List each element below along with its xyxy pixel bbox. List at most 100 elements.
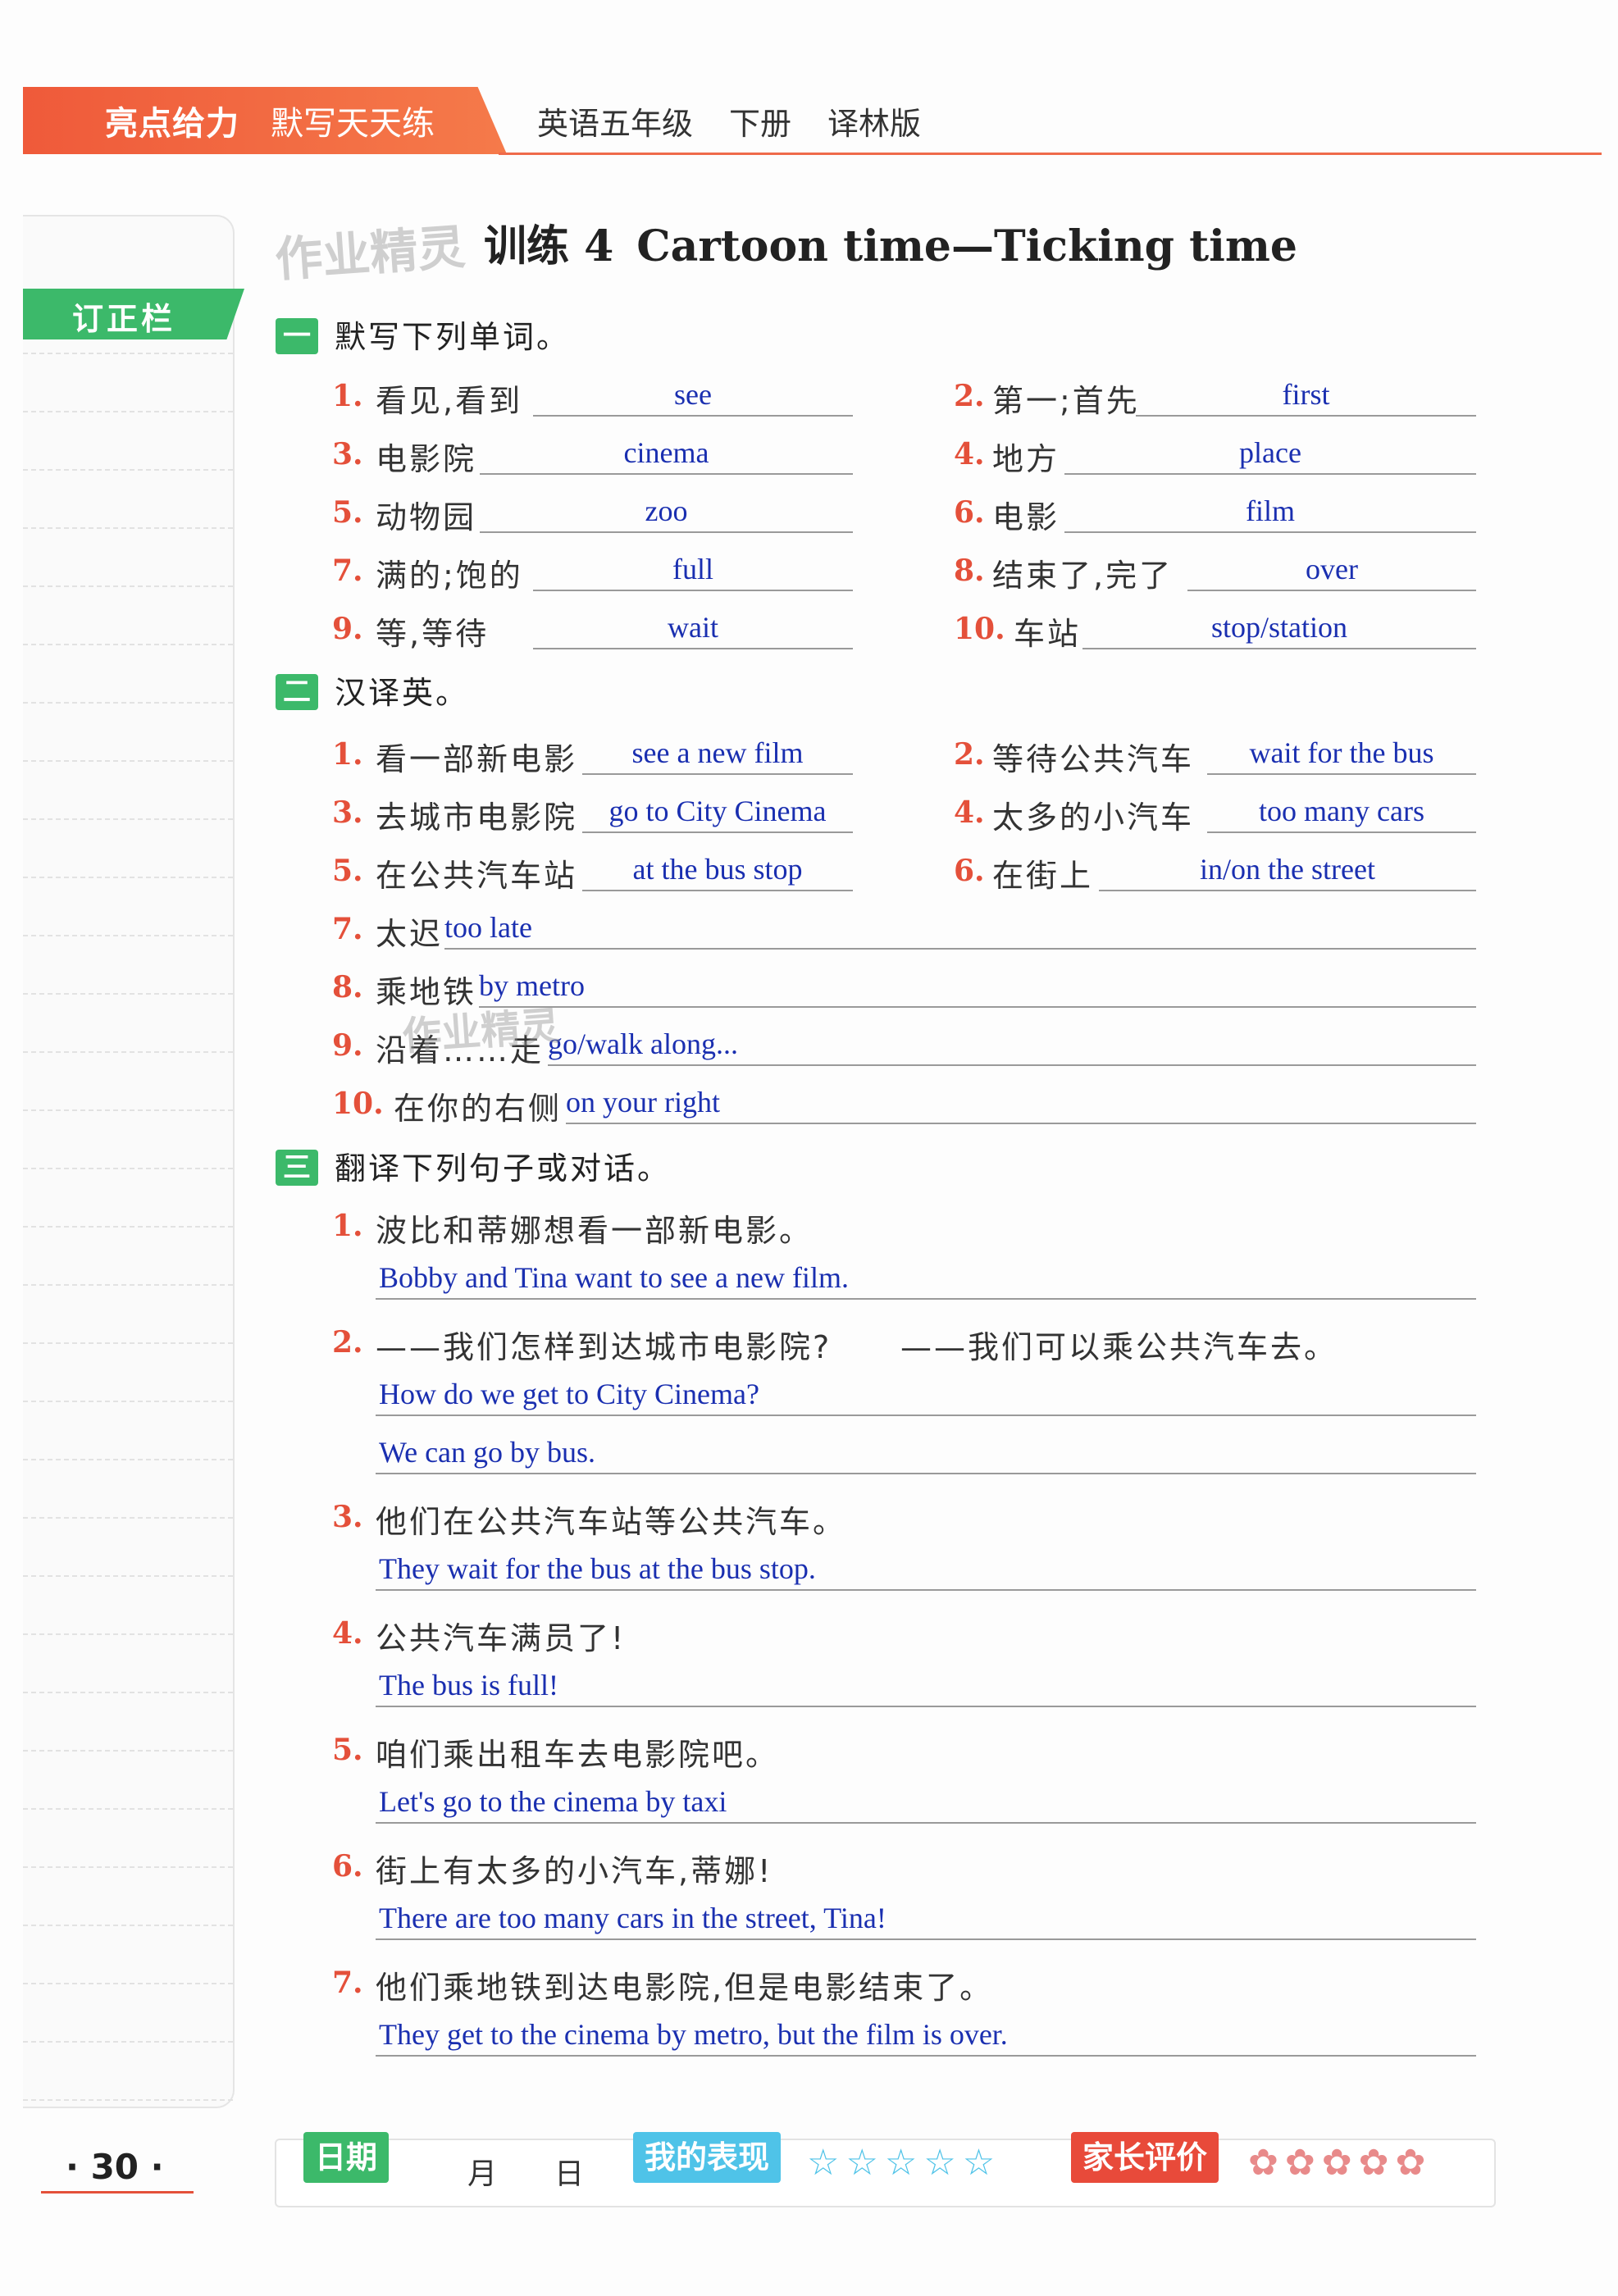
item-chinese: 咱们乘出租车去电影院吧。 xyxy=(376,1737,780,1773)
sidebar-dash-line xyxy=(23,1051,233,1053)
answer-text[interactable]: cinema xyxy=(480,435,853,470)
item-chinese: 看一部新电影 xyxy=(376,741,578,777)
sidebar-dash-line xyxy=(23,1284,233,1286)
answer-text[interactable]: place xyxy=(1064,435,1476,470)
item-number: 2. xyxy=(954,379,985,413)
item-chinese: 地方 xyxy=(992,441,1060,477)
answer-text[interactable]: film xyxy=(1064,494,1476,528)
month-label: 月 xyxy=(467,2157,498,2191)
item-chinese: 在公共汽车站 xyxy=(376,858,578,894)
page-title: 训练 4 Cartoon time—Ticking time xyxy=(484,212,1297,273)
answer-line xyxy=(480,531,853,533)
answer-text[interactable]: How do we get to City Cinema? xyxy=(379,1377,759,1411)
answer-text[interactable]: wait for the bus xyxy=(1207,736,1476,770)
answer-text[interactable]: wait xyxy=(533,610,853,645)
edition: 译林版 xyxy=(827,106,922,142)
item-number: 4. xyxy=(954,437,985,472)
sidebar-dash-line xyxy=(23,1575,233,1577)
item-number: 3. xyxy=(332,795,363,830)
answer-line xyxy=(376,1938,1476,1940)
item-number: 9. xyxy=(332,612,363,646)
answer-line xyxy=(376,1298,1476,1300)
item-chinese: 电影 xyxy=(992,499,1060,535)
item-chinese: 街上有太多的小汽车,蒂娜! xyxy=(376,1853,773,1889)
item-chinese: 去城市电影院 xyxy=(376,800,578,836)
answer-line xyxy=(582,831,853,833)
day-label: 日 xyxy=(554,2157,585,2191)
sidebar-dash-line xyxy=(23,1226,233,1228)
item-chinese: 满的;饱的 xyxy=(376,558,523,594)
sidebar-dash-line xyxy=(23,1866,233,1868)
answer-text[interactable]: see a new film xyxy=(582,736,853,770)
item-number: 5. xyxy=(332,854,363,888)
item-number: 1. xyxy=(332,1209,363,1243)
answer-line xyxy=(376,1473,1476,1474)
section3-title: 翻译下列句子或对话。 xyxy=(335,1150,672,1187)
sidebar-dash-line xyxy=(23,1109,233,1111)
item-chinese: 车站 xyxy=(1014,616,1082,652)
answer-text[interactable]: They wait for the bus at the bus stop. xyxy=(379,1551,816,1586)
answer-text[interactable]: on your right xyxy=(566,1085,720,1119)
item-number: 3. xyxy=(332,1500,363,1534)
answer-line xyxy=(533,590,853,591)
sidebar-dash-line xyxy=(23,1925,233,1926)
answer-text[interactable]: too many cars xyxy=(1207,794,1476,828)
sidebar-dash-line xyxy=(23,644,233,645)
book-info: 英语五年级 下册 译林版 xyxy=(537,98,957,144)
answer-line xyxy=(444,948,1476,950)
answer-text[interactable]: full xyxy=(533,552,853,586)
answer-text[interactable]: They get to the cinema by metro, but the… xyxy=(379,2017,1008,2052)
sidebar-dash-line xyxy=(23,469,233,471)
performance-stars-icon[interactable]: ☆☆☆☆☆ xyxy=(807,2142,1001,2184)
item-number: 10. xyxy=(954,612,1005,646)
item-number: 2. xyxy=(954,737,985,772)
sidebar-dash-line xyxy=(23,818,233,820)
answer-text[interactable]: Let's go to the cinema by taxi xyxy=(379,1784,727,1819)
answer-line xyxy=(1099,890,1476,891)
answer-text[interactable]: go/walk along... xyxy=(548,1027,738,1061)
item-chinese: 看见,看到 xyxy=(376,383,523,419)
answer-text[interactable]: at the bus stop xyxy=(582,852,853,886)
performance-badge: 我的表现 xyxy=(633,2132,782,2183)
answer-text[interactable]: too late xyxy=(444,910,532,945)
header-rule xyxy=(499,153,1602,155)
answer-text[interactable]: We can go by bus. xyxy=(379,1435,595,1469)
answer-text[interactable]: first xyxy=(1136,377,1476,412)
answer-text[interactable]: There are too many cars in the street, T… xyxy=(379,1901,886,1935)
answer-text[interactable]: zoo xyxy=(480,494,853,528)
item-number: 8. xyxy=(332,970,363,1004)
sidebar-dash-line xyxy=(23,760,233,762)
item-number: 6. xyxy=(954,854,985,888)
item-number: 9. xyxy=(332,1028,363,1063)
sidebar-dash-line xyxy=(23,702,233,704)
answer-text[interactable]: The bus is full! xyxy=(379,1668,558,1702)
item-number: 1. xyxy=(332,379,363,413)
answer-text[interactable]: in/on the street xyxy=(1099,852,1476,886)
date-badge: 日期 xyxy=(303,2132,390,2183)
item-chinese: 在街上 xyxy=(992,858,1094,894)
parent-eval-badge: 家长评价 xyxy=(1071,2132,1219,2183)
sidebar-dash-line xyxy=(23,1750,233,1752)
correction-sidebar xyxy=(23,215,235,2108)
sidebar-dash-line xyxy=(23,1342,233,1344)
item-chinese: 在你的右侧 xyxy=(394,1091,563,1127)
sidebar-dash-line xyxy=(23,1808,233,1810)
answer-text[interactable]: Bobby and Tina want to see a new film. xyxy=(379,1260,849,1295)
sidebar-dash-line xyxy=(23,935,233,936)
sidebar-dash-line xyxy=(23,1459,233,1460)
page-number: · 30 · xyxy=(66,2147,164,2187)
answer-line xyxy=(566,1123,1476,1124)
answer-text[interactable]: over xyxy=(1187,552,1476,586)
answer-line xyxy=(1187,590,1476,591)
answer-text[interactable]: go to City Cinema xyxy=(582,794,853,828)
parent-flowers-icon[interactable]: ✿✿✿✿✿ xyxy=(1248,2142,1432,2184)
sidebar-dash-line xyxy=(23,1983,233,1984)
answer-text[interactable]: stop/station xyxy=(1082,610,1476,645)
answer-text[interactable]: see xyxy=(533,377,853,412)
sidebar-dash-line xyxy=(23,2041,233,2043)
item-chinese: 太多的小汽车 xyxy=(992,800,1195,836)
item-chinese: 他们乘地铁到达电影院,但是电影结束了。 xyxy=(376,1970,994,2006)
item-number: 7. xyxy=(332,1966,363,2000)
answer-line xyxy=(376,1414,1476,1416)
item-number: 7. xyxy=(332,554,363,588)
